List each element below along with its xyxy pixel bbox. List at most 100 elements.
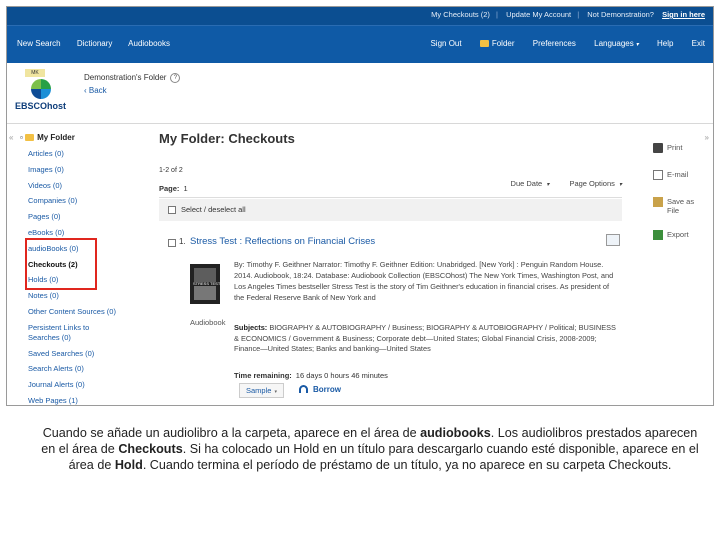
divider	[159, 197, 622, 198]
nav-new-search[interactable]: New Search	[17, 39, 61, 48]
chevron-down-icon: ▾	[635, 42, 639, 48]
chevron-down-icon: ▾	[546, 182, 550, 188]
caption-bold: audiobooks	[420, 426, 491, 440]
help-icon[interactable]: ?	[170, 73, 181, 83]
sidebar-title: ▫ My Folder	[20, 133, 75, 142]
record-description: By: Timothy F. Geithner Narrator: Timoth…	[234, 260, 614, 302]
nav-help[interactable]: Help	[657, 39, 673, 48]
sample-button[interactable]: Sample ▾	[239, 383, 284, 398]
folder-icon	[479, 40, 489, 47]
format-label: Audiobook	[190, 318, 226, 327]
record-number: 1.	[179, 237, 186, 246]
sidebar-item-pages[interactable]: Pages (0)	[28, 212, 148, 222]
select-all-label[interactable]: Select / deselect all	[181, 205, 246, 214]
sidebar-item-articles[interactable]: Articles (0)	[28, 149, 148, 159]
sidebar-item-saved-searches[interactable]: Saved Searches (0)	[28, 349, 148, 359]
preview-icon[interactable]	[606, 234, 620, 246]
tool-label: E-mail	[667, 170, 689, 179]
sidebar-item-images[interactable]: Images (0)	[28, 165, 148, 175]
sample-label: Sample	[246, 386, 272, 395]
sidebar-item-notes[interactable]: Notes (0)	[28, 291, 148, 301]
nav-languages[interactable]: Languages ▾	[594, 39, 639, 48]
nav-folder-label: Folder	[491, 39, 515, 48]
sidebar-item-web-pages[interactable]: Web Pages (1)	[28, 396, 148, 405]
printer-icon	[653, 143, 663, 153]
tool-export[interactable]: Export	[653, 229, 713, 256]
tool-label: Print	[667, 143, 683, 152]
highlight-box	[25, 238, 97, 290]
save-icon	[653, 197, 663, 207]
export-icon	[653, 230, 663, 240]
ebscohost-logo[interactable]: MK EBSCOhost	[15, 69, 75, 115]
tool-email[interactable]: E-mail	[653, 169, 713, 196]
collapse-right-icon[interactable]: »	[705, 133, 709, 142]
folder-icon	[25, 134, 35, 141]
folder-owner-label: Demonstration's Folder?	[84, 73, 181, 83]
time-remaining: Time remaining: 16 days 0 hours 46 minute…	[234, 371, 388, 380]
sidebar-item-search-alerts[interactable]: Search Alerts (0)	[28, 364, 148, 374]
logo-flag: MK	[25, 69, 45, 77]
record-title-link[interactable]: Stress Test : Reflections on Financial C…	[190, 236, 375, 247]
result-count: 1-2 of 2	[159, 167, 183, 174]
sign-in-link[interactable]: Sign in here	[662, 10, 705, 19]
page-options-dropdown[interactable]: Page Options ▾	[569, 179, 622, 188]
back-link[interactable]: ‹ Back	[84, 86, 107, 95]
chevron-down-icon: ▾	[618, 182, 622, 188]
tool-label: Export	[667, 230, 689, 239]
nav-dictionary[interactable]: Dictionary	[77, 39, 113, 48]
logo-globe-icon	[31, 79, 51, 99]
caption-text: Cuando se añade un audiolibro a la carpe…	[42, 426, 421, 440]
sidebar-item-other-sources[interactable]: Other Content Sources (0)	[28, 307, 148, 317]
borrow-button[interactable]: Borrow	[299, 385, 341, 394]
page-header: MK EBSCOhost Demonstration's Folder? ‹ B…	[7, 63, 713, 124]
headphones-icon	[299, 385, 308, 393]
page-title: My Folder: Checkouts	[159, 131, 295, 146]
nav-audiobooks[interactable]: Audiobooks	[128, 39, 170, 48]
subjects-text: BIOGRAPHY & AUTOBIOGRAPHY / Business; BI…	[234, 323, 616, 353]
cover-photo	[194, 268, 216, 282]
select-all-checkbox[interactable]	[168, 206, 176, 214]
tools-panel: Print E-mail Save as File Export	[653, 142, 713, 256]
tool-print[interactable]: Print	[653, 142, 713, 169]
top-utility-bar: My Checkouts (2) | Update My Account | N…	[7, 7, 713, 25]
result-options: Due Date ▾ Page Options ▾	[493, 179, 622, 188]
update-account-link[interactable]: Update My Account	[506, 10, 571, 19]
time-value: 16 days 0 hours 46 minutes	[295, 371, 388, 380]
sort-dropdown[interactable]: Due Date ▾	[511, 179, 550, 188]
caption-bold: Hold	[114, 458, 143, 472]
sidebar-title-text: My Folder	[37, 133, 75, 142]
sidebar-item-persistent-links[interactable]: Persistent Links to Searches (0)	[28, 323, 108, 343]
nav-sign-out[interactable]: Sign Out	[430, 39, 461, 48]
subjects-label: Subjects:	[234, 323, 268, 332]
separator: |	[496, 10, 498, 19]
borrow-label: Borrow	[313, 385, 341, 394]
page-options-label: Page Options	[569, 179, 615, 188]
nav-languages-label: Languages	[594, 39, 634, 48]
collapse-icon[interactable]: ▫	[20, 133, 23, 142]
record-checkbox[interactable]	[168, 239, 176, 247]
caption-text: . Cuando termina el período de préstamo …	[142, 458, 672, 472]
main-nav-bar: New Search Dictionary Audiobooks Sign Ou…	[7, 25, 713, 64]
collapse-left-icon[interactable]: «	[9, 133, 13, 142]
tool-label: Save as File	[667, 197, 695, 215]
sidebar-item-ebooks[interactable]: eBooks (0)	[28, 228, 148, 238]
not-user-text: Not Demonstration?	[587, 10, 654, 19]
audiobook-cover-image[interactable]: STRESS TEST	[190, 264, 220, 304]
sidebar-item-companies[interactable]: Companies (0)	[28, 196, 148, 206]
page-number[interactable]: 1	[183, 184, 187, 193]
folder-owner-text: Demonstration's Folder	[84, 73, 167, 82]
slide-caption: Cuando se añade un audiolibro a la carpe…	[40, 425, 700, 473]
nav-exit[interactable]: Exit	[692, 39, 705, 48]
sidebar-item-journal-alerts[interactable]: Journal Alerts (0)	[28, 380, 148, 390]
select-all-bar: Select / deselect all	[159, 199, 622, 221]
caption-bold: Checkouts	[118, 442, 183, 456]
page-indicator: Page: 1	[159, 184, 188, 193]
screenshot-frame: My Checkouts (2) | Update My Account | N…	[6, 6, 714, 406]
tool-save-file[interactable]: Save as File	[653, 196, 713, 229]
nav-folder[interactable]: Folder	[479, 39, 515, 48]
my-checkouts-link[interactable]: My Checkouts (2)	[431, 10, 490, 19]
nav-preferences[interactable]: Preferences	[533, 39, 576, 48]
chevron-down-icon: ▾	[274, 389, 277, 395]
time-label: Time remaining:	[234, 371, 292, 380]
sidebar-item-videos[interactable]: Videos (0)	[28, 181, 148, 191]
